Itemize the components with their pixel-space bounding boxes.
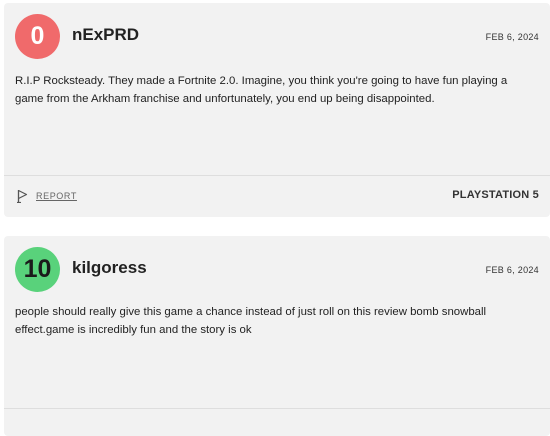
score-badge: 10 <box>15 247 60 292</box>
review-header: 10 kilgoress FEB 6, 2024 <box>4 236 550 302</box>
platform-label: PLAYSTATION 5 <box>452 189 539 201</box>
flag-icon <box>17 189 28 203</box>
score-badge: 0 <box>15 14 60 59</box>
review-date: FEB 6, 2024 <box>485 32 539 42</box>
report-button[interactable]: REPORT <box>17 189 77 203</box>
username[interactable]: nExPRD <box>72 25 139 45</box>
review-date: FEB 6, 2024 <box>485 265 539 275</box>
review-text: people should really give this game a ch… <box>15 306 487 336</box>
username[interactable]: kilgoress <box>72 258 147 278</box>
review-card: 0 nExPRD FEB 6, 2024 R.I.P Rocksteady. T… <box>4 3 550 217</box>
divider <box>4 408 550 409</box>
review-text: R.I.P Rocksteady. They made a Fortnite 2… <box>15 75 508 105</box>
review-card: 10 kilgoress FEB 6, 2024 people should r… <box>4 236 550 436</box>
report-label: REPORT <box>36 191 77 201</box>
review-header: 0 nExPRD FEB 6, 2024 <box>4 3 550 69</box>
divider <box>4 175 550 176</box>
reviews-page: 0 nExPRD FEB 6, 2024 R.I.P Rocksteady. T… <box>0 0 550 436</box>
